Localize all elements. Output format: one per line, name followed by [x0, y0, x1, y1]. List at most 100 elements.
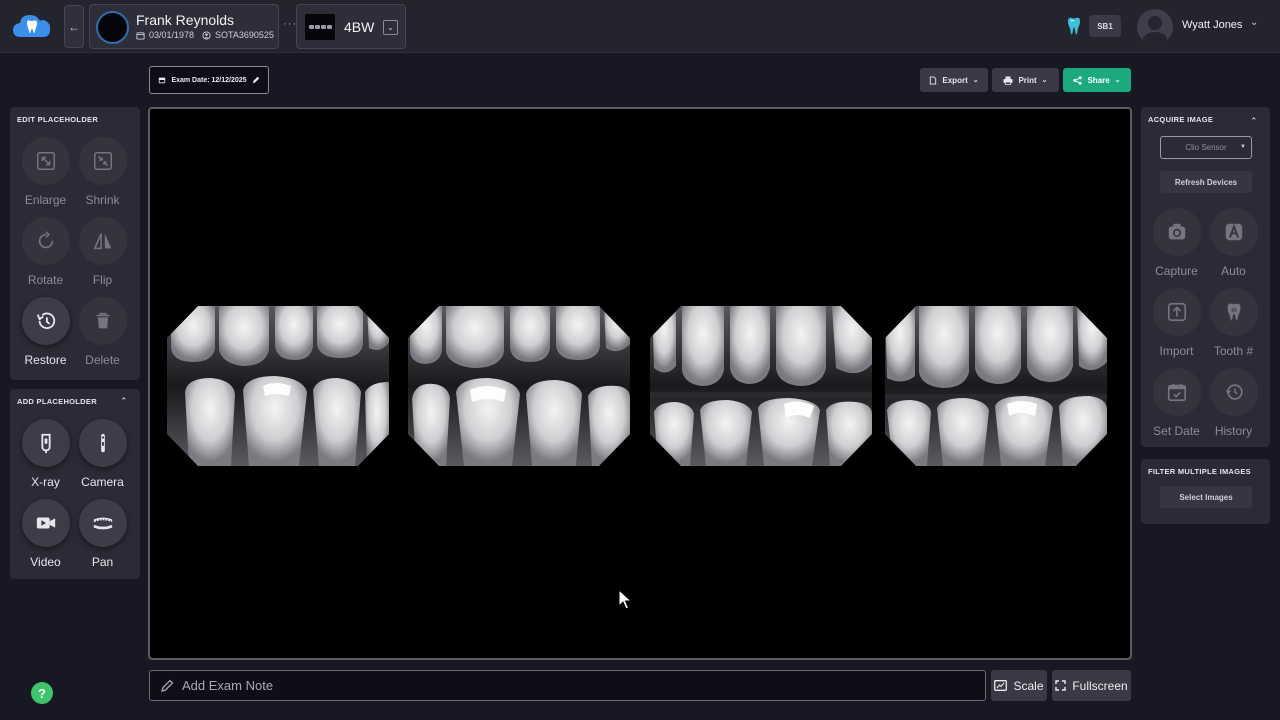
calendar-icon: [1167, 383, 1186, 402]
xray-image-2[interactable]: [408, 306, 630, 466]
xray-sensor-icon: [40, 433, 51, 454]
pencil-icon: [161, 679, 174, 692]
panel-title: ADD PLACEHOLDER: [17, 397, 97, 406]
video-icon: [36, 517, 55, 529]
caret-down-icon: ▼: [1240, 144, 1246, 150]
delete-tool[interactable]: Delete: [74, 297, 131, 367]
print-button[interactable]: Print ⌄: [992, 68, 1059, 92]
sensor-select[interactable]: Clio Sensor ▼: [1160, 136, 1252, 159]
panel-title: FILTER MULTIPLE IMAGES: [1148, 467, 1251, 476]
file-icon: [930, 75, 937, 85]
location-badge[interactable]: SB1: [1089, 15, 1121, 37]
panoramic-icon: [93, 517, 112, 530]
tool-label: Auto: [1221, 264, 1246, 278]
user-silhouette-icon: [1142, 16, 1168, 45]
calendar-icon: [136, 31, 145, 40]
tool-label: Shrink: [85, 193, 120, 207]
tool-label: Flip: [92, 273, 113, 287]
export-button[interactable]: Export ⌄: [920, 68, 988, 92]
exam-selector[interactable]: 4BW ⌄: [296, 4, 406, 49]
pan-tool[interactable]: Pan: [74, 499, 131, 569]
shrink-icon: [93, 152, 112, 170]
scale-icon: [994, 680, 1008, 691]
flip-tool[interactable]: Flip: [74, 217, 131, 287]
capture-tool[interactable]: Capture: [1148, 208, 1205, 278]
tool-label: Import: [1159, 344, 1194, 358]
printer-icon: [1003, 76, 1013, 85]
image-viewer[interactable]: [148, 107, 1132, 660]
enlarge-icon: [36, 152, 55, 170]
import-icon: [1167, 302, 1186, 322]
user-name[interactable]: Wyatt Jones: [1182, 19, 1242, 31]
fullscreen-icon: [1055, 680, 1067, 691]
history-tool[interactable]: History: [1205, 368, 1262, 438]
chevron-down-icon: ⌄: [1041, 77, 1048, 84]
help-button[interactable]: ?: [31, 682, 53, 704]
tooth-brand-icon: [1068, 17, 1080, 35]
cloud-tooth-logo-icon[interactable]: [12, 12, 52, 40]
intraoral-camera-icon: [100, 433, 105, 453]
id-icon: [202, 30, 211, 40]
tool-label: Camera: [81, 475, 124, 489]
tooth-number-tool[interactable]: Tooth #: [1205, 288, 1262, 358]
patient-meta: 03/01/1978 SOTA3690525: [136, 30, 274, 40]
select-images-button[interactable]: Select Images: [1160, 486, 1252, 508]
mouse-cursor-icon: [618, 589, 632, 610]
filter-images-panel: FILTER MULTIPLE IMAGES Select Images: [1141, 459, 1270, 524]
set-date-tool[interactable]: Set Date: [1148, 368, 1205, 438]
sensor-select-value: Clio Sensor: [1185, 143, 1227, 152]
user-avatar[interactable]: [1137, 9, 1173, 45]
tool-label: Pan: [91, 555, 114, 569]
export-label: Export: [942, 75, 968, 85]
chevron-up-icon[interactable]: ⌃: [120, 396, 128, 407]
tool-label: Video: [30, 555, 61, 569]
chevron-up-icon[interactable]: ⌃: [1250, 116, 1258, 127]
xray-image-1[interactable]: [167, 306, 389, 466]
add-placeholder-panel: ADD PLACEHOLDER ⌃ X-ray Camera Video Pan: [10, 389, 140, 579]
refresh-devices-button[interactable]: Refresh Devices: [1160, 171, 1252, 193]
xray-image-3[interactable]: [650, 306, 872, 466]
fullscreen-button[interactable]: Fullscreen: [1052, 670, 1131, 701]
tool-label: Set Date: [1153, 424, 1200, 438]
video-tool[interactable]: Video: [17, 499, 74, 569]
panel-title: ACQUIRE IMAGE: [1148, 115, 1214, 124]
tooth-icon: [1227, 303, 1240, 321]
flip-icon: [93, 233, 111, 250]
exam-note-field[interactable]: Add Exam Note: [149, 670, 986, 701]
acquire-image-panel: ACQUIRE IMAGE ⌃ Clio Sensor ▼ Refresh De…: [1141, 107, 1270, 447]
tool-label: Capture: [1155, 264, 1198, 278]
xray-image-4[interactable]: [885, 306, 1107, 466]
back-button[interactable]: ←: [64, 5, 84, 48]
exam-date-label: Exam Date: 12/12/2025: [171, 76, 247, 84]
xray-tool[interactable]: X-ray: [17, 419, 74, 489]
panel-title: EDIT PLACEHOLDER: [17, 115, 99, 124]
shrink-tool[interactable]: Shrink: [74, 137, 131, 207]
rotate-icon: [38, 231, 53, 249]
arrow-left-icon: ←: [68, 19, 80, 34]
auto-icon: [1225, 223, 1242, 241]
auto-tool[interactable]: Auto: [1205, 208, 1262, 278]
camera-tool[interactable]: Camera: [74, 419, 131, 489]
patient-card[interactable]: Frank Reynolds 03/01/1978 SOTA3690525: [89, 4, 279, 49]
restore-icon: [36, 312, 55, 330]
scale-button[interactable]: Scale: [991, 670, 1047, 701]
chevron-down-icon[interactable]: ⌄: [383, 20, 398, 35]
top-bar: ← Frank Reynolds 03/01/1978 SOTA3690525 …: [0, 0, 1280, 53]
more-dots-icon[interactable]: ···: [283, 18, 297, 30]
import-tool[interactable]: Import: [1148, 288, 1205, 358]
edit-placeholder-panel: EDIT PLACEHOLDER Enlarge Shrink Rotate F…: [10, 107, 140, 380]
print-label: Print: [1018, 75, 1037, 85]
fullscreen-label: Fullscreen: [1072, 678, 1128, 693]
enlarge-tool[interactable]: Enlarge: [17, 137, 74, 207]
patient-name: Frank Reynolds: [136, 12, 235, 28]
pencil-icon: [252, 76, 259, 84]
tool-label: Rotate: [27, 273, 64, 287]
patient-dob: 03/01/1978: [149, 30, 195, 40]
share-button[interactable]: Share ⌄: [1063, 68, 1131, 92]
tool-label: History: [1214, 424, 1253, 438]
restore-tool[interactable]: Restore: [17, 297, 74, 367]
share-label: Share: [1087, 75, 1110, 85]
user-menu-chevron-icon[interactable]: ⌄: [1250, 17, 1258, 28]
rotate-tool[interactable]: Rotate: [17, 217, 74, 287]
exam-date-button[interactable]: Exam Date: 12/12/2025: [149, 66, 269, 94]
